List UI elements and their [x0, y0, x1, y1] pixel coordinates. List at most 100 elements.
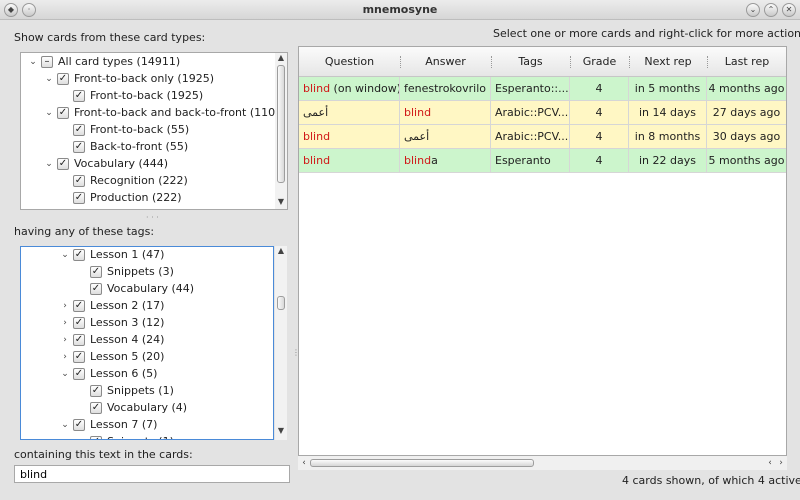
tree-item[interactable]: ⌄ – All card types (14911) [21, 54, 261, 70]
tree-item[interactable]: ⌄ ✓ Lesson 6 (5) [21, 366, 261, 382]
tree-item[interactable]: ✓ Back-to-front (55) [21, 139, 261, 155]
card-types-tree[interactable]: ⌄ – All card types (14911) ⌄ ✓ Front-to-back … [20, 52, 288, 210]
checkbox[interactable]: ✓ [90, 266, 102, 278]
scroll-down-icon[interactable]: ▼ [275, 426, 287, 435]
checkbox[interactable]: ✓ [73, 317, 85, 329]
chevron-right-icon[interactable]: › [59, 349, 71, 365]
chevron-right-icon[interactable]: › [59, 298, 71, 314]
chevron-down-icon[interactable]: ⌄ [43, 156, 55, 172]
chevron-right-icon[interactable]: › [59, 332, 71, 348]
column-separator[interactable] [570, 56, 571, 68]
tree-item[interactable]: › ✓ Lesson 3 (12) [21, 315, 261, 331]
chevron-down-icon[interactable]: ⌄ [43, 71, 55, 87]
tree-item[interactable]: ✓ Front-to-back (1925) [21, 88, 261, 104]
tree-item[interactable]: ⌄ ✓ Front-to-back and back-to-front (110) [21, 105, 279, 121]
checkbox[interactable]: ✓ [73, 419, 85, 431]
card-types-scrollbar[interactable]: ▲ ▼ [275, 53, 287, 209]
tree-item[interactable]: ✓ Front-to-back (55) [21, 122, 261, 138]
cell-next: in 5 months [629, 77, 707, 101]
column-separator[interactable] [629, 56, 630, 68]
checkbox[interactable]: – [41, 56, 53, 68]
checkbox[interactable]: ✓ [73, 249, 85, 261]
table-row[interactable]: blind blinda Esperanto 4 in 22 days 5 months … [299, 149, 786, 173]
chevron-right-icon[interactable]: › [43, 207, 55, 209]
tree-item[interactable]: ✓ Snippets (1) [21, 383, 261, 399]
chevron-down-icon[interactable]: ⌄ [59, 247, 71, 263]
tags-tree[interactable]: ⌄ ✓ Lesson 1 (47) ✓ Snippets (3) ✓ Vocabulary … [20, 246, 274, 440]
cell-next: in 8 months [629, 125, 707, 149]
chevron-down-icon[interactable]: ⌄ [43, 105, 55, 121]
tree-item-label: Lesson 5 (20) [90, 350, 165, 363]
tree-item[interactable]: ›✓ Cloze deletion (0) [21, 207, 261, 210]
maximize-icon[interactable]: ⌃ [764, 3, 778, 17]
tree-item[interactable]: ⌄ ✓ Lesson 7 (7) [21, 417, 261, 433]
scrollbar-thumb[interactable] [277, 296, 285, 310]
cell-question: أعمى [299, 101, 400, 125]
checkbox[interactable]: ✓ [73, 334, 85, 346]
column-header-last-rep[interactable]: Last rep [707, 47, 786, 77]
tree-item[interactable]: ✓ Recognition (222) [21, 173, 261, 189]
scrollbar-thumb[interactable] [277, 65, 285, 183]
cell-question: blind [299, 149, 400, 173]
tree-item[interactable]: ⌄ ✓ Vocabulary (444) [21, 156, 261, 172]
cell-text: blind [303, 154, 331, 167]
checkbox[interactable]: ✓ [57, 73, 69, 85]
checkbox[interactable]: ✓ [73, 90, 85, 102]
tree-item-label: Front-to-back only (1925) [74, 72, 214, 85]
column-header-answer[interactable]: Answer [400, 47, 491, 77]
checkbox[interactable]: ✓ [90, 283, 102, 295]
table-row[interactable]: blind أعمى Arabic::PCV... 4 in 8 months 30 da… [299, 125, 786, 149]
column-header-question[interactable]: Question [299, 47, 400, 77]
minimize-icon[interactable]: ⌄ [746, 3, 760, 17]
checkbox[interactable]: ✓ [90, 436, 102, 439]
scroll-right-icon[interactable]: › [775, 456, 787, 470]
checkbox[interactable]: ✓ [57, 107, 69, 119]
tree-item-label: Lesson 2 (17) [90, 299, 165, 312]
table-horizontal-scrollbar[interactable]: ‹ ‹ › [298, 456, 787, 470]
table-row[interactable]: blind (on window) fenestrokovrilo Esperant… [299, 77, 786, 101]
column-header-next-rep[interactable]: Next rep [629, 47, 707, 77]
close-icon[interactable]: ✕ [782, 3, 796, 17]
column-separator[interactable] [400, 56, 401, 68]
tree-item[interactable]: ⌄ ✓ Front-to-back only (1925) [21, 71, 261, 87]
scroll-up-icon[interactable]: ▲ [275, 53, 287, 62]
tree-item[interactable]: › ✓ Lesson 2 (17) [21, 298, 261, 314]
column-header-grade[interactable]: Grade [570, 47, 629, 77]
tree-item[interactable]: ✓ Snippets (1) [21, 434, 261, 439]
tree-item[interactable]: › ✓ Lesson 4 (24) [21, 332, 261, 348]
cards-table[interactable]: Question Answer Tags Grade Next rep Last rep … [298, 46, 787, 456]
checkbox[interactable]: ✓ [73, 124, 85, 136]
checkbox[interactable]: ✓ [57, 158, 69, 170]
chevron-down-icon[interactable]: ⌄ [27, 54, 39, 70]
scroll-up-icon[interactable]: ▲ [275, 246, 287, 255]
tags-scrollbar[interactable]: ▲ ▼ [275, 246, 287, 440]
tree-item[interactable]: ✓ Vocabulary (4) [21, 400, 261, 416]
title-bar: ◆ · mnemosyne ⌄ ⌃ ✕ [0, 0, 800, 20]
chevron-down-icon[interactable]: ⌄ [59, 366, 71, 382]
scroll-down-icon[interactable]: ▼ [275, 197, 287, 206]
chevron-down-icon[interactable]: ⌄ [59, 417, 71, 433]
tree-item[interactable]: › ✓ Lesson 5 (20) [21, 349, 261, 365]
checkbox[interactable]: ✓ [73, 351, 85, 363]
tree-item[interactable]: ✓ Vocabulary (44) [21, 281, 261, 297]
checkbox[interactable]: ✓ [73, 368, 85, 380]
checkbox[interactable]: ✓ [73, 300, 85, 312]
checkbox[interactable]: ✓ [90, 385, 102, 397]
scroll-left-icon[interactable]: ‹ [298, 456, 310, 470]
tree-item[interactable]: ✓ Production (222) [21, 190, 261, 206]
checkbox[interactable]: ✓ [90, 402, 102, 414]
checkbox[interactable]: ✓ [73, 175, 85, 187]
table-row[interactable]: أعمى blind Arabic::PCV... 4 in 14 days 27 day… [299, 101, 786, 125]
tree-item[interactable]: ⌄ ✓ Lesson 1 (47) [21, 247, 261, 263]
scrollbar-thumb[interactable] [310, 459, 534, 467]
search-input[interactable] [14, 465, 290, 483]
tree-item[interactable]: ✓ Snippets (3) [21, 264, 261, 280]
splitter-handle[interactable]: · · · [146, 213, 159, 222]
column-header-tags[interactable]: Tags [491, 47, 570, 77]
column-separator[interactable] [491, 56, 492, 68]
column-separator[interactable] [707, 56, 708, 68]
checkbox[interactable]: ✓ [73, 141, 85, 153]
checkbox[interactable]: ✓ [57, 209, 69, 210]
checkbox[interactable]: ✓ [73, 192, 85, 204]
chevron-right-icon[interactable]: › [59, 315, 71, 331]
